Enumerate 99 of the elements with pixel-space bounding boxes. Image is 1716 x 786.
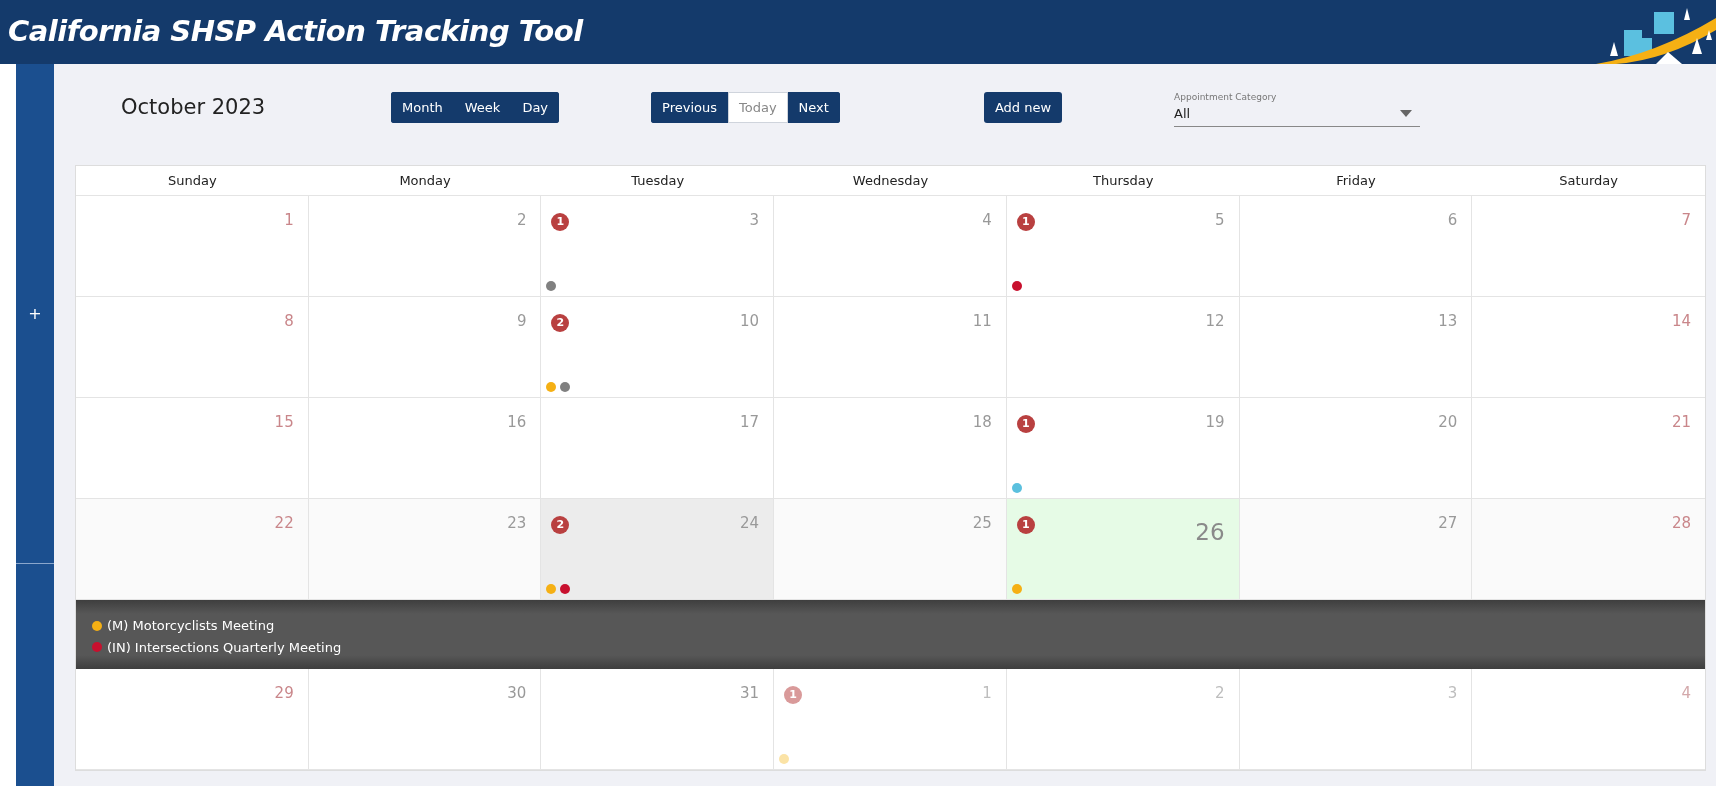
day-cell[interactable]: 2 10: [541, 297, 775, 397]
day-cell[interactable]: 25: [774, 499, 1007, 599]
category-select[interactable]: Appointment Category All: [1174, 90, 1421, 127]
day-number: 1: [982, 686, 992, 701]
weekday-header: Tuesday: [630, 171, 686, 190]
event-count-badge[interactable]: 1: [1016, 415, 1035, 433]
event-title[interactable]: (M) Motorcyclists Meeting: [107, 616, 275, 636]
day-number: 27: [1438, 516, 1458, 531]
day-cell[interactable]: 18: [774, 398, 1007, 498]
view-button[interactable]: Week: [453, 91, 512, 124]
view-button[interactable]: Month: [391, 91, 454, 124]
day-cell[interactable]: 31: [541, 669, 775, 769]
day-number: 6: [1447, 213, 1458, 228]
day-cell[interactable]: 1: [76, 196, 309, 296]
weekday-header: Monday: [398, 171, 452, 190]
weekday-header: Thursday: [1091, 171, 1155, 190]
day-number: 12: [1205, 314, 1225, 329]
day-cell[interactable]: 1 26: [1006, 499, 1240, 599]
event-count-badge[interactable]: 1: [1016, 516, 1035, 534]
day-number: 21: [1671, 415, 1691, 430]
day-number: 8: [284, 314, 294, 329]
day-number: 25: [972, 516, 992, 531]
weekday-header: Sunday: [167, 171, 218, 190]
event-count-badge[interactable]: 1: [551, 213, 570, 231]
day-cell[interactable]: 2: [308, 196, 542, 296]
day-number: 2: [1215, 686, 1225, 701]
nav-button[interactable]: Previous: [651, 91, 728, 124]
day-cell[interactable]: 17: [541, 398, 775, 498]
month-title: October 2023: [121, 93, 267, 121]
add-button[interactable]: +: [24, 305, 46, 322]
app-title: California SHSP Action Tracking Tool: [8, 13, 583, 51]
day-number: 22: [274, 516, 294, 531]
day-number: 11: [972, 314, 992, 329]
weekday-header: Friday: [1335, 171, 1377, 190]
day-number: 23: [507, 516, 527, 531]
nav-button[interactable]: Next: [787, 91, 840, 124]
day-number: 3: [1447, 686, 1458, 701]
event-count-badge[interactable]: 2: [551, 516, 570, 534]
day-cell[interactable]: 7: [1472, 196, 1705, 296]
day-number: 2: [516, 213, 527, 228]
day-cell[interactable]: 13: [1239, 297, 1473, 397]
add-new-button[interactable]: Add new: [983, 91, 1063, 124]
weekday-header: Saturday: [1558, 171, 1619, 190]
event-count-badge[interactable]: 1: [1016, 213, 1035, 231]
day-cell[interactable]: 22: [76, 499, 309, 599]
day-number: 7: [1681, 213, 1691, 228]
day-number: 24: [740, 516, 760, 531]
day-cell[interactable]: 6: [1239, 196, 1473, 296]
day-cell[interactable]: 29: [76, 669, 309, 769]
event-count-badge[interactable]: 2: [551, 314, 570, 332]
day-number: 10: [740, 314, 760, 329]
day-cell[interactable]: 27: [1239, 499, 1473, 599]
day-number: 14: [1671, 314, 1691, 329]
day-number: 3: [749, 213, 760, 228]
day-number: 4: [1681, 686, 1691, 701]
day-cell[interactable]: 14: [1472, 297, 1705, 397]
day-cell[interactable]: 9: [308, 297, 542, 397]
day-cell[interactable]: 8: [76, 297, 309, 397]
day-cell[interactable]: 1 1: [774, 669, 1007, 769]
day-number: 1: [284, 213, 294, 228]
day-cell[interactable]: 4: [1472, 669, 1705, 769]
day-number: 9: [516, 314, 527, 329]
day-number: 20: [1438, 415, 1458, 430]
day-cell[interactable]: 21: [1472, 398, 1705, 498]
day-number: 16: [507, 415, 527, 430]
day-number: 17: [740, 415, 760, 430]
day-cell[interactable]: 2: [1006, 669, 1240, 769]
day-cell[interactable]: 2 24: [541, 499, 775, 599]
field-label: Appointment Category: [1174, 90, 1278, 104]
view-button[interactable]: Day: [511, 91, 560, 124]
event-title[interactable]: (IN) Intersections Quarterly Meeting: [107, 637, 342, 657]
day-number: 13: [1438, 314, 1458, 329]
day-number: 18: [972, 415, 992, 430]
day-cell[interactable]: 1 3: [541, 196, 775, 296]
day-cell[interactable]: 11: [774, 297, 1007, 397]
day-cell[interactable]: 12: [1006, 297, 1240, 397]
day-cell[interactable]: 1 5: [1006, 196, 1240, 296]
day-cell[interactable]: 30: [308, 669, 542, 769]
day-number: 19: [1205, 415, 1225, 430]
day-cell[interactable]: 1 19: [1006, 398, 1240, 498]
day-number: 31: [740, 686, 760, 701]
day-number: 5: [1215, 213, 1225, 228]
day-number: 28: [1671, 516, 1691, 531]
day-cell[interactable]: 20: [1239, 398, 1473, 498]
caret-icon: [1400, 110, 1413, 118]
day-number: 26: [1195, 521, 1225, 544]
day-number: 15: [274, 415, 294, 430]
day-number: 30: [507, 686, 527, 701]
event-count-badge[interactable]: 1: [784, 686, 803, 704]
day-number: 4: [982, 213, 992, 228]
weekday-header: Wednesday: [851, 171, 930, 190]
day-cell[interactable]: 15: [76, 398, 309, 498]
day-cell[interactable]: 4: [774, 196, 1007, 296]
selected-value: All: [1174, 105, 1191, 123]
day-cell[interactable]: 28: [1472, 499, 1705, 599]
day-number: 29: [274, 686, 294, 701]
day-cell[interactable]: 3: [1239, 669, 1473, 769]
day-cell[interactable]: 16: [308, 398, 542, 498]
nav-button[interactable]: Today: [728, 91, 788, 124]
